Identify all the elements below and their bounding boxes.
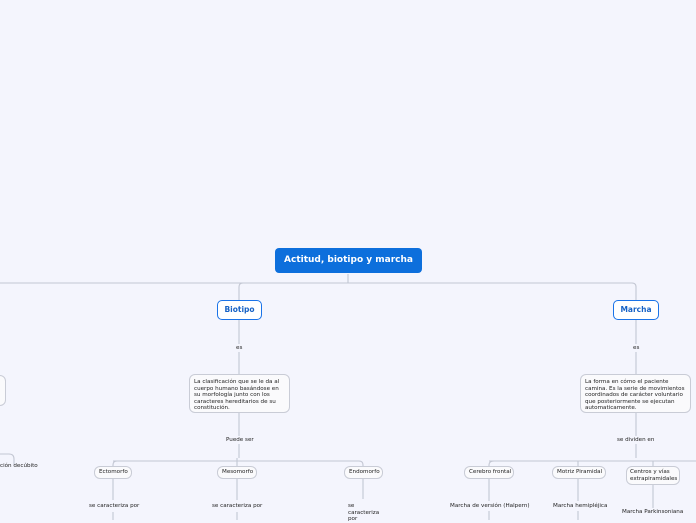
biotipo-link-es: es — [236, 345, 243, 351]
marcha-parkinsoniana-node[interactable]: Marcha Parkinsoniana — [622, 509, 683, 516]
endomorfo-link-line: por — [348, 516, 358, 523]
mind-map-canvas: Actitud, biotipo y marcha Biotipo Marcha… — [0, 0, 696, 523]
endomorfo-link-line: se — [348, 503, 355, 509]
biotipo-definition[interactable]: La clasificación que se le da al cuerpo … — [189, 374, 290, 413]
ectomorfo-node[interactable]: Ectomorfo — [94, 466, 132, 479]
mesomorfo-node[interactable]: Mesomorfo — [217, 466, 257, 479]
marcha-definition[interactable]: La forma en cómo el paciente camina. Es … — [580, 374, 691, 413]
endomorfo-link-line: caracteriza — [348, 509, 380, 516]
motriz-piramidal-node[interactable]: Motriz Piramidal — [552, 466, 606, 479]
endomorfo-node[interactable]: Endomorfo — [344, 466, 383, 479]
marcha-hemiplejica-node[interactable]: Marcha hemipléjica — [553, 503, 607, 510]
cerebro-frontal-node[interactable]: Cerebro frontal — [464, 466, 514, 479]
central-topic[interactable]: Actitud, biotipo y marcha — [275, 248, 422, 273]
marcha-link-se-dividen-en: se dividen en — [617, 437, 655, 443]
centros-vias-node[interactable]: Centros y vías extrapiramidales — [626, 466, 680, 485]
marcha-link-es: es — [633, 345, 640, 351]
marcha-version-node[interactable]: Marcha de versión (Halpern) — [450, 503, 530, 510]
left-partial-node[interactable] — [0, 375, 6, 406]
left-partial-label: ción decúbito — [0, 463, 38, 469]
marcha-node[interactable]: Marcha — [613, 300, 659, 320]
mesomorfo-link: se caracteriza por — [212, 503, 263, 509]
biotipo-link-puede-ser: Puede ser — [226, 437, 254, 443]
ectomorfo-link: se caracteriza por — [89, 503, 140, 509]
biotipo-node[interactable]: Biotipo — [217, 300, 262, 320]
